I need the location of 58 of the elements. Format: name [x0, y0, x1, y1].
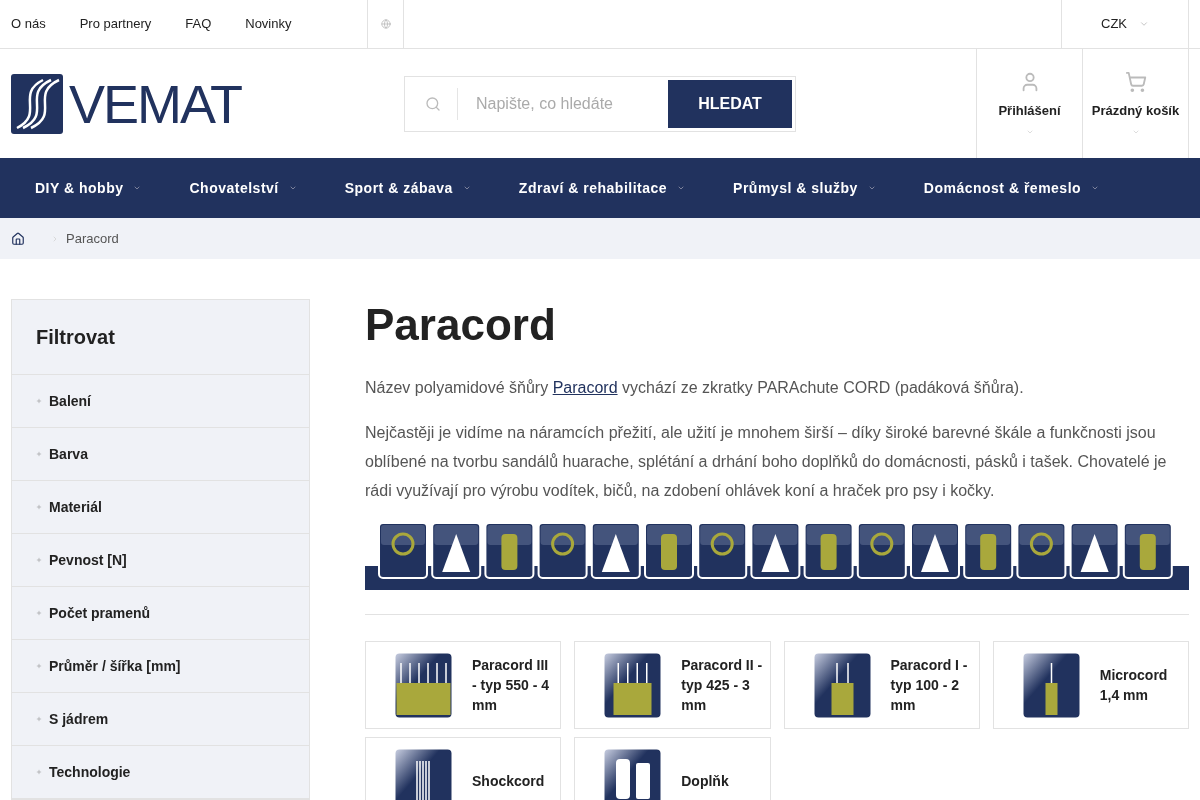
nav-menu-item[interactable]: Domácnost & řemeslo — [923, 177, 1082, 199]
filter-item[interactable]: Barva — [12, 428, 309, 481]
currency-selector[interactable]: CZK — [1101, 14, 1127, 34]
caret-icon — [133, 184, 142, 192]
filter-item[interactable]: S jádrem — [12, 693, 309, 746]
caret-icon — [288, 184, 297, 192]
home-icon[interactable] — [11, 231, 25, 246]
logo-icon — [11, 73, 63, 134]
expand-icon — [36, 398, 42, 404]
top-link[interactable]: FAQ — [185, 14, 212, 34]
cord-icon — [813, 652, 871, 718]
description-paragraph: Nejčastěji je vidíme na náramcích přežití, ale užití je mnohem širší – díky široké barevné škále a funkčnosti jsou oblíbené na tvorbu sandálů huarache, splétání a drhání boho doplňků do domácnosti, pásků i tašek. Chovatelé je rádi využívají pro výrobu vodítek, bičů, na zdobení ohlávek koní a hraček pro psy i kočky. — [365, 423, 1168, 501]
search-icon — [424, 95, 441, 112]
filter-item[interactable]: Pevnost [N] — [12, 534, 309, 587]
nav-menu-item[interactable]: Sport & zábava — [344, 177, 453, 199]
logo-wordmark: VEMAT — [69, 76, 241, 131]
filter-item[interactable]: Technologie — [12, 746, 309, 799]
category-card[interactable]: Doplňk — [574, 737, 771, 800]
caret-icon — [867, 184, 876, 192]
caret-icon — [462, 184, 471, 192]
category-card[interactable]: Paracord I - typ 100 - 2 mm — [783, 641, 980, 729]
caret-icon — [1091, 184, 1100, 192]
nav-menu-item[interactable]: Chovatelství — [189, 177, 279, 199]
category-card[interactable]: Paracord II - typ 425 - 3 mm — [574, 641, 771, 729]
breadcrumb-item: Paracord — [66, 229, 119, 248]
nav-menu-item[interactable]: Průmysl & služby — [733, 177, 858, 199]
filter-title: Filtrovat — [36, 325, 115, 350]
search-field[interactable]: Napište, co hledáte HLEDAT — [404, 75, 796, 132]
intro-paragraph: Název polyamidové šňůry Paracord vychází ze zkratky PARAchute CORD (padáková šňůra). — [365, 378, 1025, 398]
filter-item[interactable]: Průměr / šířka [mm] — [12, 640, 309, 693]
filter-item[interactable]: Balení — [12, 375, 309, 428]
cart-icon — [1124, 70, 1147, 93]
nav-menu-item[interactable]: DIY & hobby — [35, 177, 124, 199]
expand-icon — [36, 769, 42, 775]
search-button[interactable]: HLEDAT — [668, 79, 792, 128]
paracord-link[interactable]: Paracord — [552, 379, 618, 396]
nav-menu-item[interactable]: Zdraví & rehabilitace — [518, 177, 668, 199]
filter-item[interactable]: Počet pramenů — [12, 587, 309, 640]
cord-icon — [604, 652, 662, 718]
filter-item[interactable]: Materiál — [12, 481, 309, 534]
expand-icon — [36, 451, 42, 457]
category-card[interactable]: Shockcord — [365, 737, 562, 800]
top-link[interactable]: Pro partnery — [79, 14, 152, 34]
caret-icon — [1139, 19, 1149, 29]
expand-icon — [36, 716, 42, 722]
page-title: Paracord — [365, 299, 557, 351]
expand-icon — [36, 504, 42, 510]
category-card[interactable]: Paracord III - typ 550 - 4 mm — [365, 641, 562, 729]
separator-icon — [51, 234, 59, 243]
expand-icon — [36, 610, 42, 616]
expand-icon — [36, 663, 42, 669]
expand-icon — [36, 557, 42, 563]
caret-icon — [677, 184, 686, 192]
cord-icon — [1022, 652, 1080, 718]
cord-icon — [395, 652, 452, 718]
top-link[interactable]: Novinky — [245, 14, 292, 34]
category-card[interactable]: Microcord 1,4 mm — [992, 641, 1189, 729]
top-link[interactable]: O nás — [11, 14, 46, 34]
